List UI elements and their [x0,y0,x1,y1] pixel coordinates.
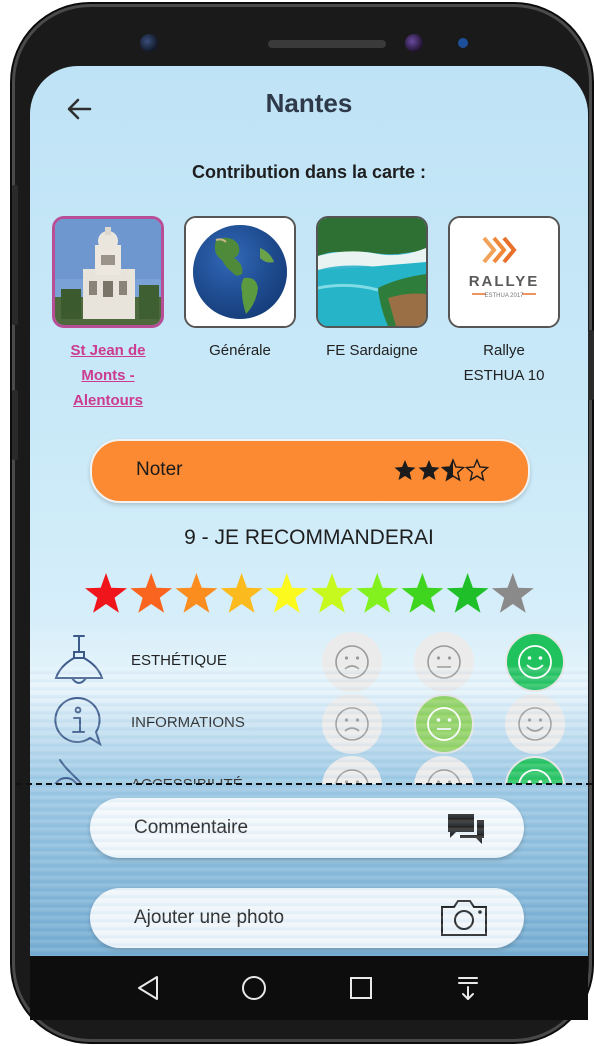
happy-face-icon [518,707,552,741]
scale-star-7[interactable] [356,573,399,613]
map-label-line: Rallye [483,342,525,359]
map-label-line: FE Sardaigne [326,342,418,359]
rallye-logo-subtext: ESTHUA 2017 [484,293,524,299]
front-camera-icon [140,34,158,52]
recents-square-icon[interactable] [347,974,375,1002]
scale-star-1[interactable] [85,573,127,613]
scale-star-4[interactable] [220,573,263,613]
rate-button-label: Noter [136,459,183,480]
page-title: Nantes [265,88,353,118]
happy-face-icon [518,769,552,784]
map-thumb-rallye[interactable]: RALLYE ESTHUA 2017 [448,216,560,328]
beach-photo [318,218,426,326]
rallye-logo-text: RALLYE [469,273,540,290]
scale-star-3[interactable] [175,573,218,613]
phone-volume-button [12,185,18,325]
scale-star-9[interactable] [446,573,489,613]
criterion-label: ESTHÉTIQUE [131,652,227,669]
building-photo [55,219,161,325]
rating-stars-icon [394,459,489,481]
neutral-face-button[interactable] [414,756,474,784]
rallye-logo: RALLYE ESTHUA 2017 [450,218,558,326]
neutral-face-icon [427,769,461,784]
add-photo-button[interactable]: Ajouter une photo [90,888,524,948]
globe-photo [186,218,294,326]
map-label-fe-sardaigne[interactable]: FE Sardaigne [307,338,437,363]
lamp-icon [54,635,104,684]
home-circle-icon[interactable] [240,974,268,1002]
info-bubble-icon [54,696,102,747]
contribution-title: Contribution dans la carte : [191,162,427,182]
criterion-row-informations: INFORMATIONS [30,694,588,754]
sad-face-icon [335,707,369,741]
map-label-line: Alentours [72,392,143,409]
map-thumb-fe-sardaigne[interactable] [316,216,428,328]
happy-face-icon [518,645,552,679]
scale-star-8[interactable] [401,573,444,613]
neutral-face-icon [427,645,461,679]
map-label-generale[interactable]: Générale [175,338,305,363]
add-photo-button-label: Ajouter une photo [134,907,285,928]
neutral-face-icon [427,707,461,741]
neutral-face-button[interactable] [414,694,474,754]
map-label-line: Générale [209,342,271,359]
happy-face-button[interactable] [505,632,565,692]
criterion-row-accessibilite: ACCESSIBILITÉ [30,756,588,784]
system-navigation-bar [30,956,588,1020]
sad-face-icon [335,645,369,679]
comment-button[interactable]: Commentaire [90,798,524,858]
chat-bubbles-icon [448,814,484,844]
scale-star-2[interactable] [130,573,173,613]
phone-power-button [588,330,594,400]
map-thumb-st-jean[interactable] [52,216,164,328]
sensor-icon [405,34,423,52]
criterion-row-esthetique: ESTHÉTIQUE [30,632,588,692]
map-label-line: Monts - [81,367,135,384]
neutral-face-button[interactable] [414,632,474,692]
map-label-line: St Jean de [70,342,146,359]
rate-button[interactable]: Noter [90,439,530,503]
map-label-st-jean[interactable]: St Jean de Monts - Alentours [43,338,173,413]
recommendation-star-scale[interactable] [84,572,536,616]
notification-pulldown-icon[interactable] [454,974,482,1002]
sad-face-button[interactable] [322,694,382,754]
proximity-sensor-icon [458,38,468,48]
map-label-line: ESTHUA 10 [463,367,545,384]
comment-button-label: Commentaire [134,817,249,838]
happy-face-button[interactable] [505,694,565,754]
map-label-rallye[interactable]: Rallye ESTHUA 10 [439,338,569,388]
scroll-divider [16,783,592,785]
app-screen: Nantes Contribution dans la carte : RALL… [30,66,588,956]
map-thumb-generale[interactable] [184,216,296,328]
happy-face-button[interactable] [505,756,565,784]
accessibility-icon [54,759,81,784]
sad-face-button[interactable] [322,756,382,784]
scale-star-5[interactable] [265,573,308,613]
scale-star-6[interactable] [311,573,353,613]
sad-face-icon [335,769,369,784]
criterion-label: INFORMATIONS [131,714,245,731]
back-triangle-icon[interactable] [135,974,161,1002]
phone-side-button [12,390,18,460]
scale-star-10[interactable] [491,573,534,613]
recommendation-text: 9 - JE RECOMMANDERAI [184,526,434,549]
camera-icon [441,900,487,936]
earpiece-speaker [268,40,386,48]
sad-face-button[interactable] [322,632,382,692]
